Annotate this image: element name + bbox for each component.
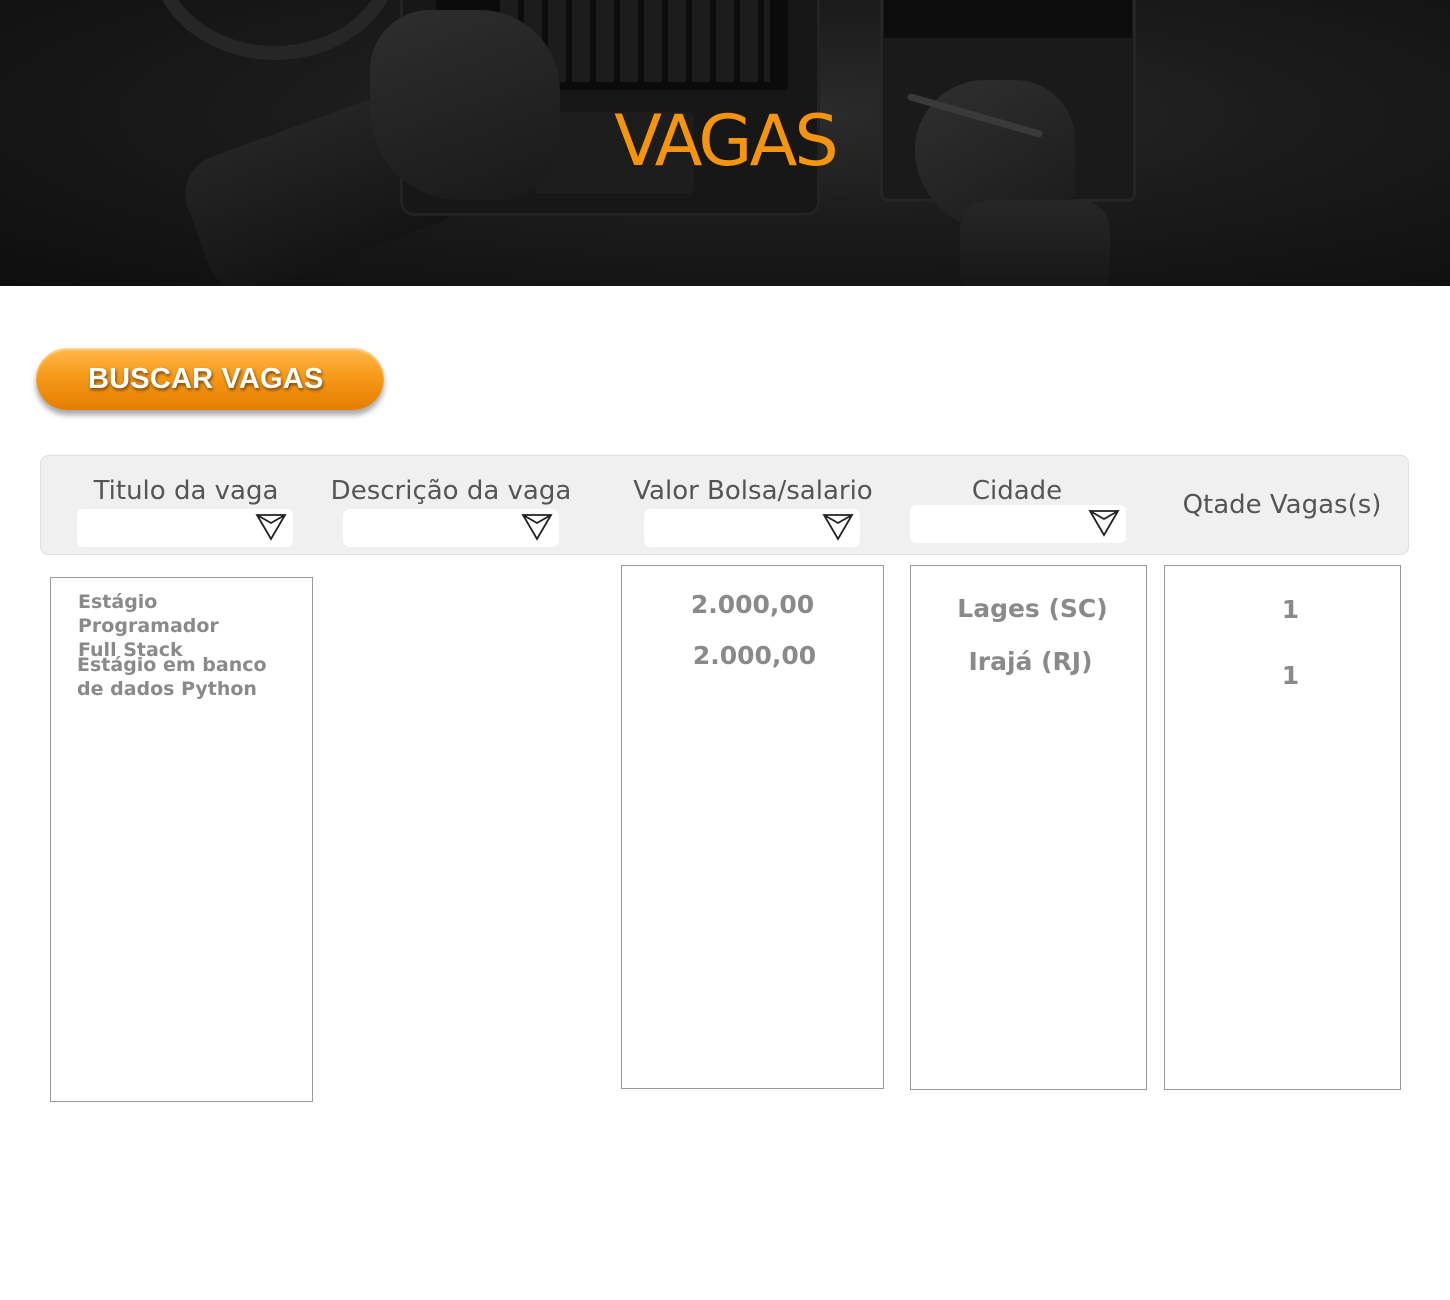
triangle-down-icon [822,514,854,541]
job-title-line: Estágio em banco [77,654,267,676]
triangle-down-icon [521,514,553,541]
quantity-result-box: 1 1 [1164,565,1401,1090]
list-item[interactable]: Estágio Programador Full Stack [78,590,298,662]
column-header-description: Descrição da vaga [330,476,572,506]
triangle-down-icon [255,514,287,541]
salary-result-box: 2.000,00 2.000,00 [621,565,884,1089]
description-filter-dropdown[interactable] [343,509,559,547]
column-header-quantity: Qtade Vagas(s) [1182,490,1382,520]
salary-value: 2.000,00 [690,590,815,619]
list-item[interactable]: Estágio em banco de dados Python [77,653,297,701]
titles-result-box: Estágio Programador Full Stack Estágio e… [50,577,313,1102]
search-jobs-button[interactable]: BUSCAR VAGAS [36,348,384,410]
column-header-salary: Valor Bolsa/salario [633,476,873,506]
column-header-city: Cidade [971,476,1063,506]
column-header-title: Titulo da vaga [93,476,279,506]
sleeve-decoration [960,200,1110,286]
title-filter-dropdown[interactable] [77,509,293,547]
city-filter-dropdown[interactable] [910,505,1126,543]
filter-panel: Titulo da vaga Descrição da vaga Valor B… [40,455,1409,555]
quantity-value: 1 [1281,661,1300,690]
triangle-down-icon [1088,510,1120,537]
city-result-box: Lages (SC) Irajá (RJ) [910,565,1147,1090]
salary-value: 2.000,00 [692,641,817,670]
salary-filter-dropdown[interactable] [644,509,860,547]
coffee-cup-decoration [150,0,400,60]
hero-banner: VAGAS [0,0,1450,286]
city-value: Lages (SC) [957,594,1108,623]
city-value: Irajá (RJ) [968,647,1093,676]
quantity-value: 1 [1281,595,1300,624]
tablet-screen-decoration [884,0,1132,38]
job-title-line: Estágio Programador [78,591,219,637]
page-title: VAGAS [614,100,839,182]
job-title-line: de dados Python [77,678,257,700]
